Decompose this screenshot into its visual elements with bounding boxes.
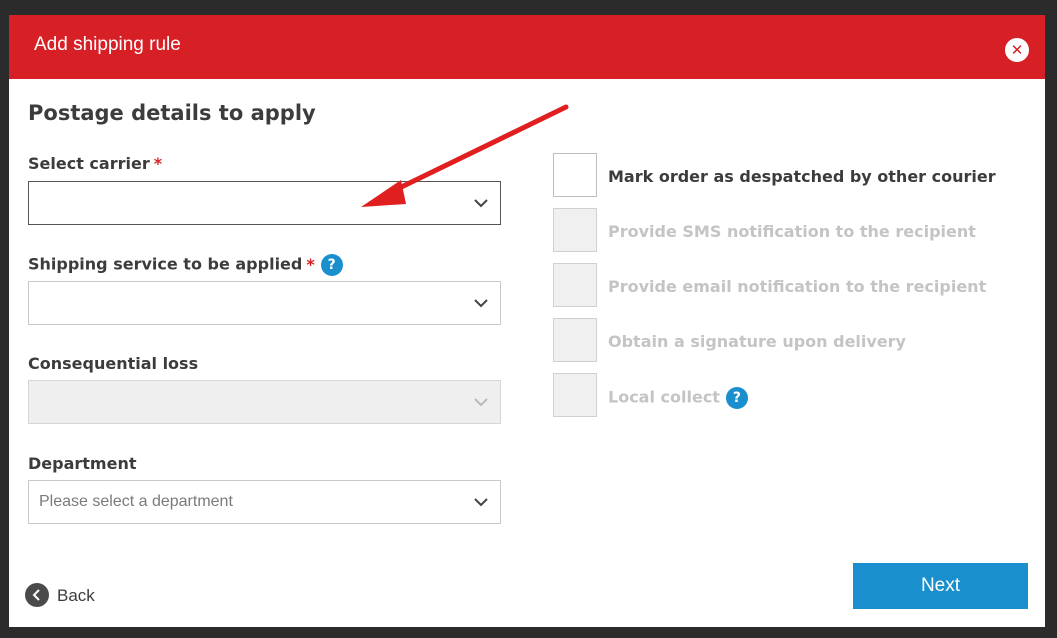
- option-label: Provide email notification to the recipi…: [608, 277, 987, 296]
- carrier-select[interactable]: [28, 181, 501, 225]
- chevron-down-icon: [474, 395, 488, 407]
- back-arrow-icon: [25, 583, 49, 607]
- modal-title: Add shipping rule: [34, 34, 181, 55]
- required-mark: *: [306, 254, 315, 274]
- help-icon[interactable]: ?: [725, 387, 748, 409]
- consequential-loss-select: [28, 380, 501, 424]
- option-label: Obtain a signature upon delivery: [608, 332, 906, 351]
- close-icon[interactable]: ✕: [1005, 38, 1029, 62]
- chevron-down-icon: [474, 495, 488, 507]
- add-shipping-rule-modal: Add shipping rule ✕ Postage details to a…: [9, 15, 1045, 627]
- modal-header: Add shipping rule ✕: [9, 15, 1045, 79]
- section-title: Postage details to apply: [28, 101, 316, 125]
- service-label-text: Shipping service to be applied: [28, 254, 303, 274]
- required-mark: *: [153, 154, 163, 173]
- checkbox: [553, 373, 597, 417]
- department-label: Department: [28, 454, 137, 473]
- back-label: Back: [57, 586, 95, 605]
- option-label: Mark order as despatched by other courie…: [608, 167, 996, 186]
- chevron-down-icon: [474, 196, 488, 208]
- chevron-down-icon: [474, 296, 488, 308]
- shipping-service-select[interactable]: [28, 281, 501, 325]
- checkbox: [553, 318, 597, 362]
- department-select[interactable]: Please select a department: [28, 480, 501, 524]
- option-label: Local collect?: [608, 387, 748, 409]
- carrier-label-text: Select carrier: [28, 154, 150, 173]
- department-placeholder: Please select a department: [39, 493, 233, 510]
- checkbox[interactable]: [553, 153, 597, 197]
- local-collect-text: Local collect: [608, 387, 720, 407]
- option-label: Provide SMS notification to the recipien…: [608, 222, 976, 241]
- next-button[interactable]: Next: [853, 563, 1028, 609]
- service-label: Shipping service to be applied *?: [28, 254, 343, 276]
- carrier-label: Select carrier *: [28, 154, 162, 173]
- consequential-loss-label: Consequential loss: [28, 354, 199, 373]
- checkbox: [553, 208, 597, 252]
- help-icon[interactable]: ?: [320, 254, 343, 276]
- checkbox: [553, 263, 597, 307]
